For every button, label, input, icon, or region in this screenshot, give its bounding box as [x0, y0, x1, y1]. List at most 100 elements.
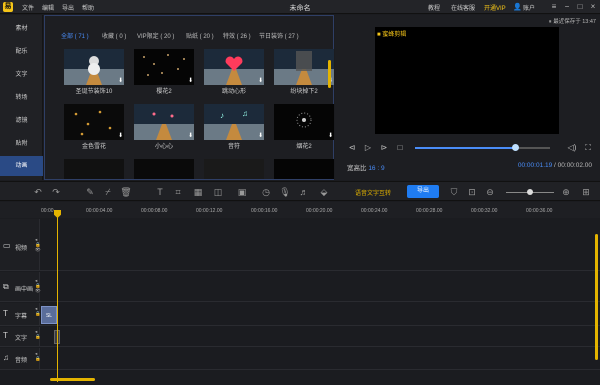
- export-button[interactable]: 导出: [407, 185, 439, 198]
- track-video[interactable]: ▭ 视频 ◂ 🔒 👁: [0, 219, 600, 271]
- freeze-icon[interactable]: ◫: [212, 186, 224, 198]
- text-track-icon: T: [3, 331, 8, 340]
- media-item-9-thumbnail[interactable]: [64, 159, 124, 179]
- menu-icon[interactable]: ≡: [548, 1, 560, 13]
- pen-icon[interactable]: ✎: [84, 186, 96, 198]
- menu-edit[interactable]: 编辑: [42, 3, 54, 12]
- media-item-3[interactable]: ⬇ 跳动心形: [204, 49, 264, 95]
- track-controls-icon[interactable]: ◂ 🔒 👁: [35, 278, 41, 293]
- track-text[interactable]: T 文字 ◂ 🔒: [0, 327, 600, 347]
- nav-item-transition[interactable]: 转场: [0, 88, 43, 108]
- maximize-icon[interactable]: □: [574, 1, 586, 13]
- minimize-icon[interactable]: −: [561, 1, 573, 13]
- marker-icon[interactable]: ⛉: [448, 186, 460, 198]
- nav-item-material[interactable]: 素材: [0, 19, 43, 39]
- zoom-out-icon[interactable]: ⊖: [484, 186, 496, 198]
- stop-icon[interactable]: □: [395, 143, 405, 153]
- audio-split-icon[interactable]: ♬: [298, 186, 310, 198]
- playback-progress[interactable]: [415, 144, 550, 151]
- nav-item-text[interactable]: 文字: [0, 65, 43, 85]
- track-controls-icon[interactable]: ◂ 🔒: [35, 329, 41, 339]
- speech-to-text-button[interactable]: 语音文字互转: [355, 188, 391, 197]
- media-item-4[interactable]: ⬇ 纷块掉下2: [274, 49, 334, 95]
- media-item-10-thumbnail[interactable]: [134, 159, 194, 179]
- menu-file[interactable]: 文件: [22, 3, 34, 12]
- menu-export[interactable]: 导出: [62, 3, 74, 12]
- zoom-slider[interactable]: [506, 189, 554, 195]
- next-frame-icon[interactable]: ⊳: [379, 143, 389, 153]
- tab-vip[interactable]: VIP限定 ( 20 ): [137, 31, 174, 40]
- media-item-6[interactable]: ⬇ 小心心: [134, 104, 194, 150]
- media-item-8[interactable]: ⬇ 烟花2: [274, 104, 334, 150]
- nav-item-sticker[interactable]: 贴附: [0, 134, 43, 154]
- split-icon[interactable]: ⌿: [102, 186, 114, 198]
- playhead[interactable]: [57, 212, 58, 382]
- download-icon[interactable]: ⬇: [118, 132, 123, 139]
- filter-icon[interactable]: ▣: [236, 186, 248, 198]
- tutorial-link[interactable]: 教程: [428, 3, 440, 12]
- redo-icon[interactable]: ↷: [50, 186, 62, 198]
- mic-icon[interactable]: 🎙: [279, 186, 291, 198]
- playback-progress-knob[interactable]: [511, 144, 519, 151]
- media-item-7[interactable]: ♪ ♫ ⬇ 音符: [204, 104, 264, 150]
- download-icon[interactable]: ⬇: [188, 77, 193, 84]
- nav-item-filter[interactable]: 滤镜: [0, 111, 43, 131]
- undo-icon[interactable]: ↶: [32, 186, 44, 198]
- fit-icon[interactable]: ⊡: [466, 186, 478, 198]
- aspect-ratio-control[interactable]: 宽高比 16 : 9: [347, 162, 385, 172]
- timeline[interactable]: 00:00 00:00:04.00 00:00:08.00 00:00:12.0…: [0, 202, 600, 385]
- media-item-2[interactable]: ⬇ 樱花2: [134, 49, 194, 95]
- close-icon[interactable]: ×: [587, 1, 599, 13]
- track-controls-icon[interactable]: ◂ 🔒 👁: [35, 237, 41, 252]
- pip-track-icon: ⧉: [3, 282, 9, 291]
- download-icon[interactable]: ⬇: [258, 132, 263, 139]
- tab-holiday[interactable]: 节日装饰 ( 27 ): [259, 31, 299, 40]
- vip-button[interactable]: 开通VIP: [484, 3, 506, 12]
- time-ruler[interactable]: 00:00 00:00:04.00 00:00:08.00 00:00:12.0…: [0, 202, 600, 218]
- timeline-vertical-scrollbar[interactable]: [595, 234, 598, 360]
- subtitle-clip[interactable]: SL: [41, 306, 57, 324]
- tab-favorites[interactable]: 收藏 ( 0 ): [102, 31, 126, 40]
- volume-icon[interactable]: ◁): [567, 143, 577, 153]
- download-icon[interactable]: ⬇: [118, 77, 123, 84]
- tab-stickers[interactable]: 贴纸 ( 20 ): [186, 31, 214, 40]
- media-item-5[interactable]: ⬇ 金色雪花: [64, 104, 124, 150]
- nav-item-music[interactable]: 配乐: [0, 42, 43, 62]
- menu-help[interactable]: 帮助: [82, 3, 94, 12]
- speed-icon[interactable]: ◷: [260, 186, 272, 198]
- track-pip[interactable]: ⧉ 画中画 ◂ 🔒 👁: [0, 272, 600, 302]
- prev-frame-icon[interactable]: ⊲: [347, 143, 357, 153]
- play-icon[interactable]: ▷: [363, 143, 373, 153]
- track-audio[interactable]: ♫ 音频 ◂ 🔒: [0, 348, 600, 370]
- delete-icon[interactable]: 🗑: [120, 186, 132, 198]
- timeline-horizontal-scrollbar[interactable]: [50, 378, 95, 381]
- download-icon[interactable]: ⬇: [258, 77, 263, 84]
- zoom-in-icon[interactable]: ⊕: [560, 186, 572, 198]
- account-icon[interactable]: 👤: [513, 3, 522, 11]
- tab-effects[interactable]: 特效 ( 26 ): [223, 31, 251, 40]
- svg-text:♫: ♫: [242, 109, 248, 118]
- download-icon[interactable]: ⬇: [328, 132, 333, 139]
- media-item-12-thumbnail[interactable]: [274, 159, 334, 179]
- media-scrollbar[interactable]: [328, 60, 331, 88]
- account-link[interactable]: 账户: [523, 3, 535, 12]
- preview-screen[interactable]: ■ 蜜蜂剪辑: [375, 27, 559, 134]
- track-subtitle[interactable]: T 字幕 ◂ 🔒: [0, 303, 600, 326]
- media-item-11-thumbnail[interactable]: [204, 159, 264, 179]
- crop-icon[interactable]: ⌗: [172, 186, 184, 198]
- online-service-link[interactable]: 在线客服: [451, 3, 475, 12]
- aspect-ratio-value[interactable]: 16 : 9: [368, 165, 384, 172]
- tab-all[interactable]: 全部 ( 71 ): [61, 31, 89, 40]
- mosaic-icon[interactable]: ▦: [192, 186, 204, 198]
- zoom-knob[interactable]: [527, 189, 533, 195]
- download-icon[interactable]: ⬇: [188, 132, 193, 139]
- track-controls-icon[interactable]: ◂ 🔒: [35, 306, 41, 316]
- media-item-1[interactable]: ⬇ 圣诞节装饰10: [64, 49, 124, 95]
- track-controls-icon[interactable]: ◂ 🔒: [35, 351, 41, 361]
- nav-item-animation[interactable]: 动画: [0, 156, 43, 176]
- fullscreen-icon[interactable]: ⛶: [583, 143, 593, 153]
- text-tool-icon[interactable]: T: [154, 186, 166, 198]
- watermark-logo: ■ 蜜蜂剪辑: [377, 32, 407, 38]
- fill-icon[interactable]: ⬙: [318, 186, 330, 198]
- grid-icon[interactable]: ⊞: [580, 186, 592, 198]
